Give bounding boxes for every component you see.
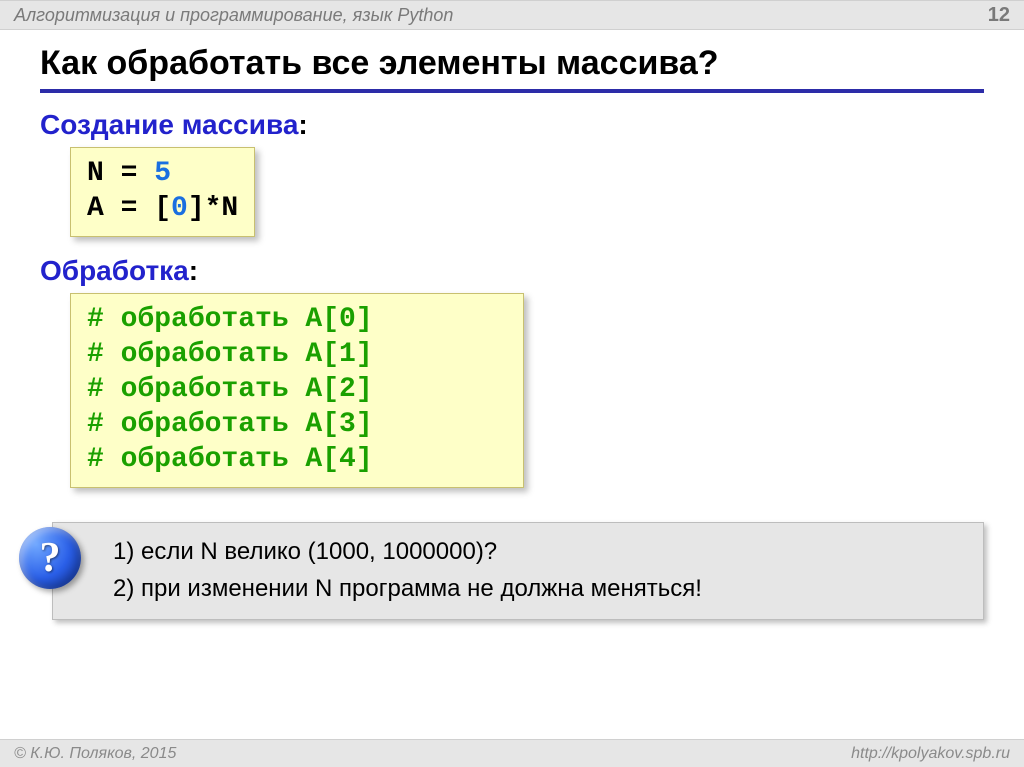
code-comment: # обработать A[4] [87, 442, 507, 477]
slide-title: Как обработать все элементы массива? [40, 44, 984, 93]
content: Создание массива: N = 5 A = [0]*N Обрабо… [0, 93, 1024, 620]
section-create-array: Создание массива: [40, 109, 984, 141]
copyright: © К.Ю. Поляков, 2015 [14, 745, 176, 763]
header-bar: Алгоритмизация и программирование, язык … [0, 0, 1024, 30]
code-text: ]*N [188, 193, 238, 224]
question-row: ? 1) если N велико (1000, 1000000)? 2) п… [40, 522, 984, 620]
course-title: Алгоритмизация и программирование, язык … [14, 5, 453, 26]
question-line1: 1) если N велико (1000, 1000000)? [113, 533, 965, 570]
code-comment: # обработать A[2] [87, 372, 507, 407]
page-number: 12 [988, 4, 1010, 27]
question-mark-icon: ? [19, 527, 81, 589]
section-process-label: Обработка [40, 255, 189, 286]
code-line: A = [0]*N [87, 191, 238, 226]
question-callout: ? 1) если N велико (1000, 1000000)? 2) п… [52, 522, 984, 620]
code-block-process: # обработать A[0] # обработать A[1] # об… [70, 293, 524, 488]
code-number: 5 [154, 158, 171, 189]
code-line: N = 5 [87, 156, 238, 191]
footer-url: http://kpolyakov.spb.ru [851, 745, 1010, 763]
code-comment: # обработать A[0] [87, 302, 507, 337]
question-mark-glyph: ? [40, 537, 61, 579]
title-wrap: Как обработать все элементы массива? [0, 30, 1024, 93]
section-process: Обработка: [40, 255, 984, 287]
code-comment: # обработать A[3] [87, 407, 507, 442]
code-text: N = [87, 158, 154, 189]
code-block-create: N = 5 A = [0]*N [70, 147, 255, 237]
code-text: A = [ [87, 193, 171, 224]
code-number: 0 [171, 193, 188, 224]
section-create-label: Создание массива [40, 109, 298, 140]
slide: Алгоритмизация и программирование, язык … [0, 0, 1024, 767]
footer-bar: © К.Ю. Поляков, 2015 http://kpolyakov.sp… [0, 739, 1024, 767]
question-line2: 2) при изменении N программа не должна м… [113, 570, 965, 607]
code-comment: # обработать A[1] [87, 337, 507, 372]
